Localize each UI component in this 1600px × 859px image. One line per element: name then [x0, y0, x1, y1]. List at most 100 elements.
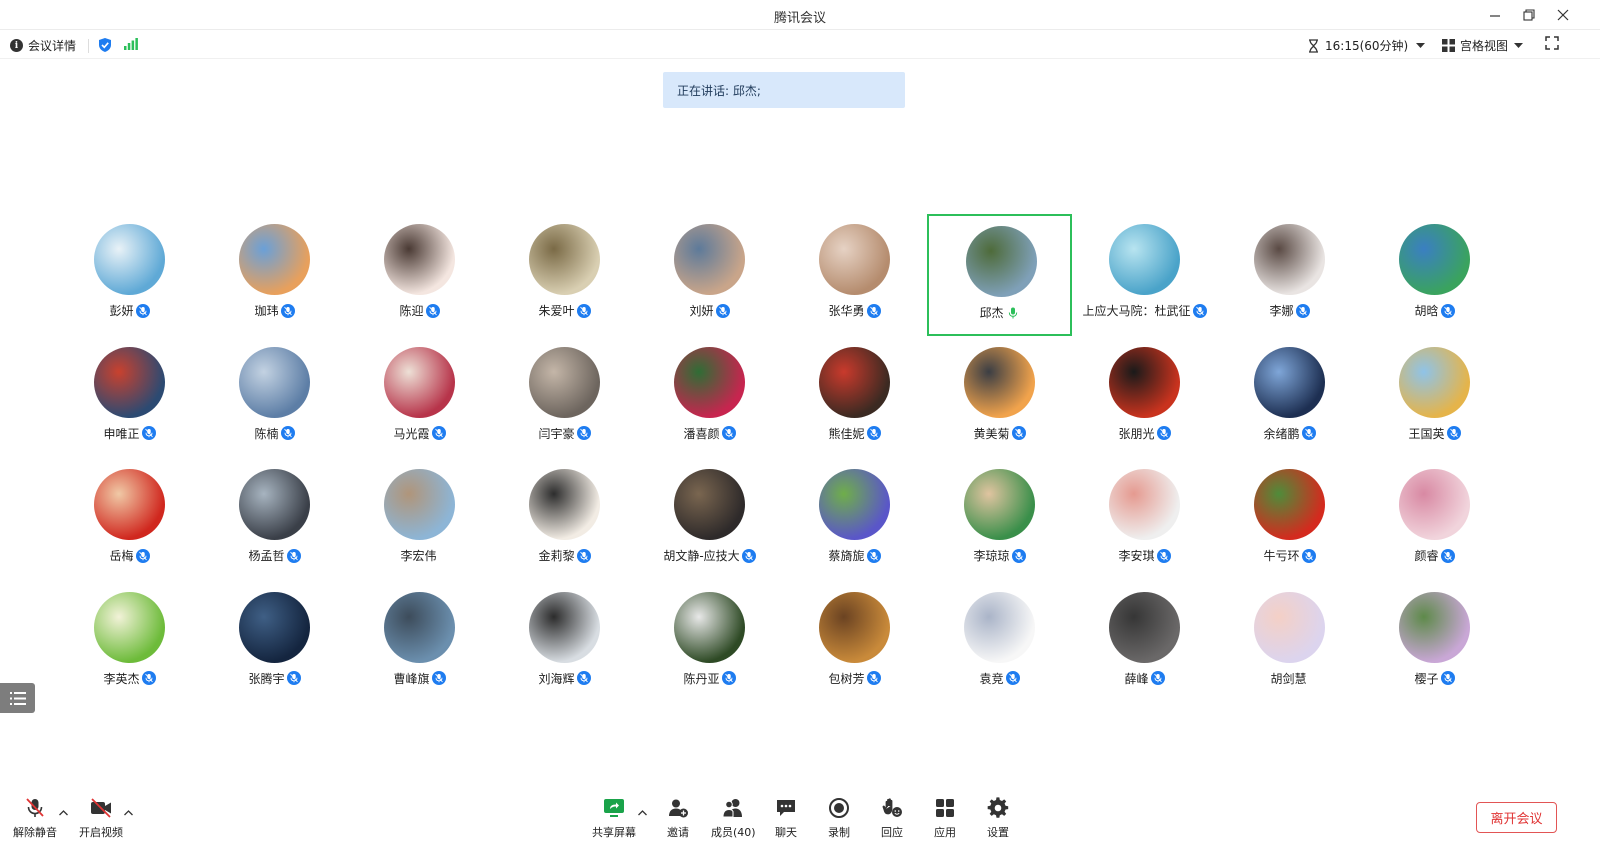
participant-tile[interactable]: 胡剑慧: [1217, 582, 1362, 704]
mic-speaking-icon: [1005, 305, 1020, 320]
participant-name: 朱爱叶: [538, 304, 575, 318]
chat-bubble-icon: [774, 796, 798, 820]
participant-tile[interactable]: 王国英: [1362, 337, 1507, 459]
participant-tile[interactable]: 黄美菊: [927, 337, 1072, 459]
network-signal-icon[interactable]: [124, 38, 138, 50]
participant-tile[interactable]: 珈玮: [202, 214, 347, 336]
participant-tile[interactable]: 陈楠: [202, 337, 347, 459]
share-options-chevron-icon[interactable]: [638, 810, 647, 816]
avatar: [384, 224, 455, 295]
meeting-details-button[interactable]: i 会议详情: [10, 37, 76, 54]
audio-options-chevron-icon[interactable]: [59, 810, 68, 816]
close-button[interactable]: [1552, 4, 1574, 26]
participant-tile[interactable]: 李安琪: [1072, 459, 1217, 581]
avatar: [384, 469, 455, 540]
mic-muted-icon: [425, 303, 440, 318]
participant-tile[interactable]: 闫宇豪: [492, 337, 637, 459]
mic-muted-icon: [135, 548, 150, 563]
meeting-details-label: 会议详情: [28, 39, 77, 53]
member-list-toggle-button[interactable]: [0, 683, 35, 713]
meeting-timer-dropdown[interactable]: 16:15(60分钟): [1308, 37, 1426, 54]
participant-name: 陈迎: [399, 304, 424, 318]
mic-muted-icon: [866, 671, 881, 685]
video-options-chevron-icon[interactable]: [124, 810, 133, 816]
participant-tile[interactable]: 上应大马院：杜武征: [1072, 214, 1217, 336]
leave-meeting-button[interactable]: 离开会议: [1476, 802, 1557, 833]
participant-tile[interactable]: 袁竞: [927, 582, 1072, 704]
avatar: [239, 591, 310, 663]
chevron-down-icon: [1514, 42, 1524, 48]
participant-tile[interactable]: 马光霞: [347, 337, 492, 459]
participant-tile[interactable]: 李宏伟: [347, 459, 492, 581]
participant-tile[interactable]: 张腾宇: [202, 582, 347, 704]
participant-name-row: 颜睿: [1362, 547, 1507, 564]
participant-tile[interactable]: 邱杰: [927, 214, 1072, 336]
participant-tile[interactable]: 刘妍: [637, 214, 782, 336]
participant-tile[interactable]: 金莉黎: [492, 459, 637, 581]
participant-tile[interactable]: 申唯正: [57, 337, 202, 459]
invite-button[interactable]: 邀请: [666, 796, 690, 840]
gear-icon: [986, 796, 1010, 820]
participant-name: 牛亏环: [1263, 549, 1300, 563]
unmute-button[interactable]: 解除静音: [13, 796, 57, 840]
participant-name-row: 牛亏环: [1217, 547, 1362, 564]
participant-tile[interactable]: 薛峰: [1072, 582, 1217, 704]
participant-tile[interactable]: 蔡旖旎: [782, 459, 927, 581]
participant-tile[interactable]: 胡晗: [1362, 214, 1507, 336]
settings-button[interactable]: 设置: [986, 796, 1010, 840]
view-mode-dropdown[interactable]: 宫格视图: [1442, 37, 1524, 54]
avatar: [94, 224, 165, 295]
participant-name-row: 李英杰: [57, 670, 202, 687]
participant-tile[interactable]: 颜睿: [1362, 459, 1507, 581]
participant-tile[interactable]: 曹峰旗: [347, 582, 492, 704]
participant-tile[interactable]: 胡文静-应技大: [637, 459, 782, 581]
participant-tile[interactable]: 杨孟哲: [202, 459, 347, 581]
mic-muted-icon: [1295, 303, 1310, 318]
participant-tile[interactable]: 岳梅: [57, 459, 202, 581]
chat-button[interactable]: 聊天: [774, 796, 798, 840]
participant-name-row: 黄美菊: [927, 425, 1072, 442]
members-button[interactable]: 成员(40): [711, 796, 756, 840]
participant-tile[interactable]: 李娜: [1217, 214, 1362, 336]
fullscreen-icon[interactable]: [1545, 36, 1559, 50]
participant-tile[interactable]: 陈迎: [347, 214, 492, 336]
participant-tile[interactable]: 彭妍: [57, 214, 202, 336]
participant-tile[interactable]: 樱子: [1362, 582, 1507, 704]
participant-tile[interactable]: 李英杰: [57, 582, 202, 704]
mic-muted-icon: [1440, 671, 1455, 685]
apps-button[interactable]: 应用: [933, 796, 957, 840]
mic-muted-icon: [576, 548, 591, 563]
participant-name-row: 金莉黎: [492, 547, 637, 564]
participant-tile[interactable]: 余绪鹏: [1217, 337, 1362, 459]
participant-tile[interactable]: 张朋光: [1072, 337, 1217, 459]
participant-name: 胡晗: [1414, 304, 1439, 318]
add-user-icon: [666, 796, 690, 820]
participant-name-row: 珈玮: [202, 302, 347, 319]
minimize-button[interactable]: [1484, 4, 1506, 26]
participant-tile[interactable]: 李琼琼: [927, 459, 1072, 581]
participant-tile[interactable]: 朱爱叶: [492, 214, 637, 336]
avatar: [1399, 346, 1470, 418]
mic-muted-icon: [1192, 303, 1207, 318]
title-bar: 腾讯会议: [0, 0, 1600, 30]
participant-tile[interactable]: 包树芳: [782, 582, 927, 704]
participant-name-row: 薛峰: [1072, 670, 1217, 687]
participant-tile[interactable]: 刘海辉: [492, 582, 637, 704]
restore-button[interactable]: [1518, 4, 1540, 26]
reactions-button[interactable]: 回应: [880, 796, 904, 840]
participant-tile[interactable]: 牛亏环: [1217, 459, 1362, 581]
participant-name-row: 马光霞: [347, 425, 492, 442]
participant-name-row: 蔡旖旎: [782, 547, 927, 564]
participant-tile[interactable]: 张华勇: [782, 214, 927, 336]
record-button[interactable]: 录制: [827, 796, 851, 840]
participant-tile[interactable]: 潘喜颜: [637, 337, 782, 459]
mic-muted-icon: [280, 426, 295, 440]
participant-name: 胡文静-应技大: [663, 549, 740, 563]
participant-tile[interactable]: 陈丹亚: [637, 582, 782, 704]
record-label: 录制: [828, 826, 850, 839]
start-video-button[interactable]: 开启视频: [79, 796, 123, 840]
participant-tile[interactable]: 熊佳妮: [782, 337, 927, 459]
apps-label: 应用: [934, 826, 956, 839]
share-screen-button[interactable]: 共享屏幕: [592, 796, 636, 840]
security-shield-icon[interactable]: [98, 37, 112, 53]
